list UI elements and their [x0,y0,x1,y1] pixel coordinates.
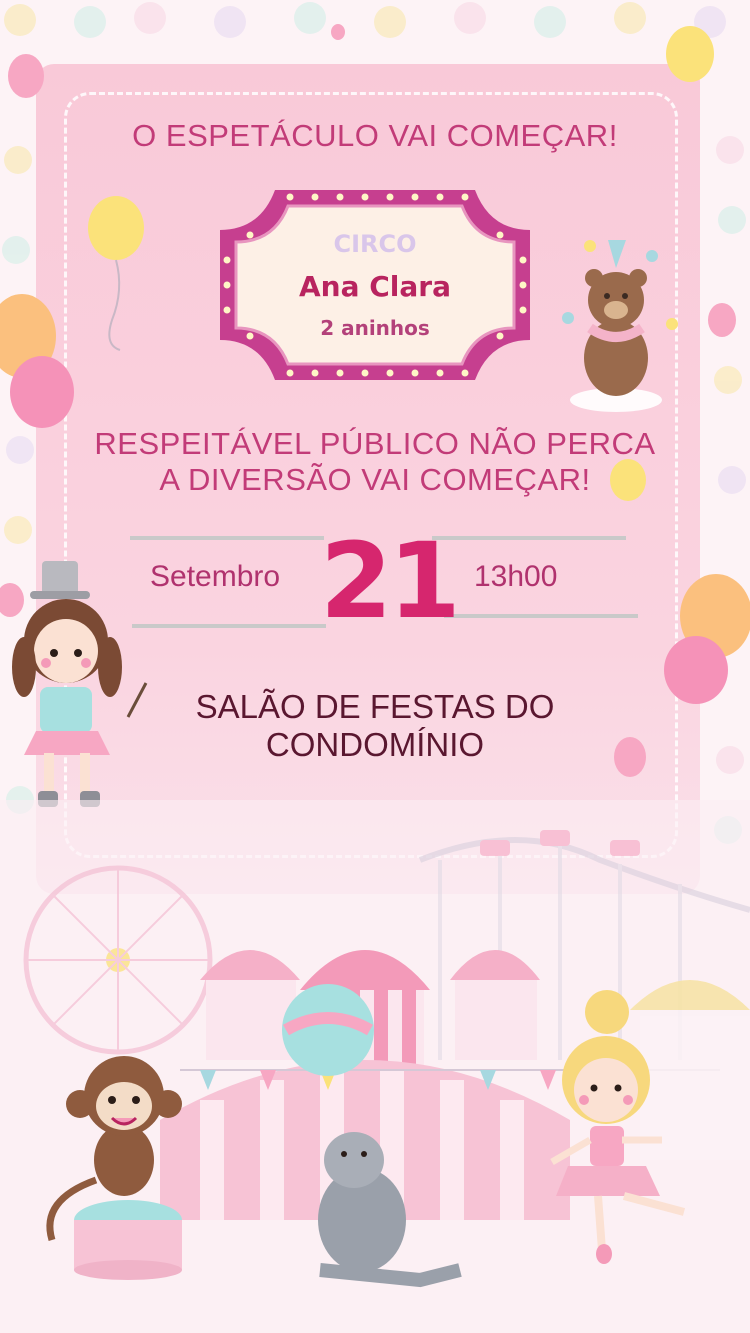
ferris-wheel [23,865,213,1055]
balloon-icon [708,303,736,337]
balloon-icon [0,294,74,428]
balloon-icon [8,54,44,98]
girl-ringmaster-icon [12,561,148,807]
balloon-icon [610,459,646,501]
balloon-icon [614,737,646,777]
balloon-icon [88,196,144,351]
balloon-icon [331,24,345,40]
balloon-icon [664,574,750,704]
balloon-icon [666,26,714,82]
bear-icon [562,240,678,412]
circus-scene [0,800,750,1333]
